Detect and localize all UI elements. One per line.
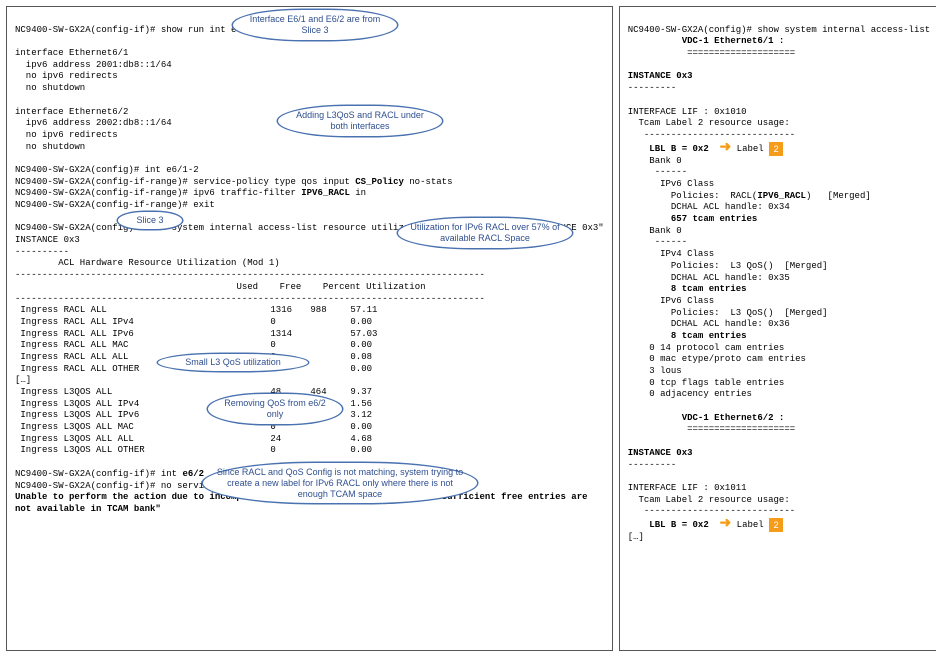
- callout-removing-qos: Removing QoS from e6/2 only: [207, 393, 343, 425]
- cli-line: interface Ethernet6/1: [15, 48, 128, 58]
- ellipsis: […]: [628, 532, 644, 542]
- cli-line: NC9400-SW-GX2A(config-if-range)# ipv6 tr…: [15, 188, 366, 198]
- table-row: Ingress L3QOS ALL OTHER00.00: [15, 445, 372, 455]
- cli-line: Bank 0: [628, 226, 682, 236]
- cli-line: IPv6 Class: [628, 179, 714, 189]
- arrow-icon: ➜: [720, 144, 732, 153]
- cli-line: 8 tcam entries: [628, 284, 747, 294]
- cli-line: NC9400-SW-GX2A(config-if)# int e6/2: [15, 469, 204, 479]
- right-terminal-pane: NC9400-SW-GX2A(config)# show system inte…: [619, 6, 936, 651]
- cli-line: NC9400-SW-GX2A(config)# int e6/1-2: [15, 165, 199, 175]
- cli-line: Policies: L3 QoS() [Merged]: [628, 261, 828, 271]
- callout-adding-l3qos-racl: Adding L3QoS and RACL under both interfa…: [277, 105, 443, 137]
- cli-line: INTERFACE LIF : 0x1011: [628, 483, 747, 493]
- callout-interfaces-slice3: Interface E6/1 and E6/2 are from Slice 3: [232, 9, 398, 41]
- cli-line: ipv6 address 2002:db8::1/64: [15, 118, 172, 128]
- cli-line: 0 14 protocol cam entries: [628, 343, 785, 353]
- cli-line: VDC-1 Ethernet6/2 :: [628, 413, 785, 423]
- table-row: Ingress RACL ALL131698857.11: [15, 305, 377, 315]
- label-line: LBL B = 0x2 ➜ Label 2: [628, 144, 783, 154]
- cli-line: INSTANCE 0x3: [628, 71, 693, 81]
- callout-racl-utilization: Utilization for IPv6 RACL over 57% of av…: [397, 217, 573, 249]
- cli-line: NC9400-SW-GX2A(config-if-range)# exit: [15, 200, 215, 210]
- callout-new-label-tcam: Since RACL and QoS Config is not matchin…: [202, 462, 478, 504]
- cli-line: NC9400-SW-GX2A(config)# show system inte…: [628, 25, 930, 35]
- cli-line: NC9400-SW-GX2A(config-if-range)# service…: [15, 177, 452, 187]
- cli-line: Tcam Label 2 resource usage:: [628, 495, 790, 505]
- cli-line: 657 tcam entries: [628, 214, 758, 224]
- cli-line: DCHAL ACL handle: 0x35: [628, 273, 790, 283]
- table-row: Ingress L3QOS ALL ALL244.68: [15, 434, 372, 444]
- label-badge: 2: [769, 142, 783, 156]
- callout-slice3: Slice 3: [117, 211, 183, 230]
- arrow-icon: ➜: [720, 520, 732, 529]
- left-terminal-pane: NC9400-SW-GX2A(config-if)# show run int …: [6, 6, 613, 651]
- cli-line: IPv4 Class: [628, 249, 714, 259]
- table-row: Ingress L3QOS ALL MAC00.00: [15, 422, 372, 432]
- cli-line: no ipv6 redirects: [15, 71, 118, 81]
- ellipsis: […]: [15, 375, 31, 385]
- table-row: Ingress RACL ALL IPv6131457.03: [15, 329, 377, 339]
- cli-line: Tcam Label 2 resource usage:: [628, 118, 790, 128]
- cli-line: VDC-1 Ethernet6/1 :: [628, 36, 785, 46]
- cli-line: INSTANCE 0x3: [628, 448, 693, 458]
- table-row: Ingress RACL ALL MAC00.00: [15, 340, 372, 350]
- cli-line: INTERFACE LIF : 0x1010: [628, 107, 747, 117]
- cli-line: no shutdown: [15, 142, 85, 152]
- cli-line: 3 lous: [628, 366, 682, 376]
- table-row: Ingress RACL ALL IPv400.00: [15, 317, 372, 327]
- label-badge: 2: [769, 518, 783, 532]
- cli-line: 0 adjacency entries: [628, 389, 752, 399]
- cli-line: DCHAL ACL handle: 0x36: [628, 319, 790, 329]
- cli-line: ACL Hardware Resource Utilization (Mod 1…: [15, 258, 280, 268]
- cli-line: Policies: RACL(IPV6_RACL) [Merged]: [628, 191, 871, 201]
- table-header: Used Free Percent Utilization: [15, 282, 426, 292]
- cli-line: 0 tcp flags table entries: [628, 378, 785, 388]
- cli-line: ipv6 address 2001:db8::1/64: [15, 60, 172, 70]
- label-line: LBL B = 0x2 ➜ Label 2: [628, 520, 783, 530]
- cli-line: Policies: L3 QoS() [Merged]: [628, 308, 828, 318]
- cli-line: interface Ethernet6/2: [15, 107, 128, 117]
- cli-line: no ipv6 redirects: [15, 130, 118, 140]
- cli-line: 0 mac etype/proto cam entries: [628, 354, 806, 364]
- cli-line: NC9400-SW-GX2A(config-if)# show run int …: [15, 25, 263, 35]
- cli-line: INSTANCE 0x3: [15, 235, 80, 245]
- cli-line: 8 tcam entries: [628, 331, 747, 341]
- cli-line: Bank 0: [628, 156, 682, 166]
- cli-line: no shutdown: [15, 83, 85, 93]
- callout-small-qos: Small L3 QoS utilization: [157, 353, 309, 372]
- cli-line: IPv6 Class: [628, 296, 714, 306]
- cli-line: DCHAL ACL handle: 0x34: [628, 202, 790, 212]
